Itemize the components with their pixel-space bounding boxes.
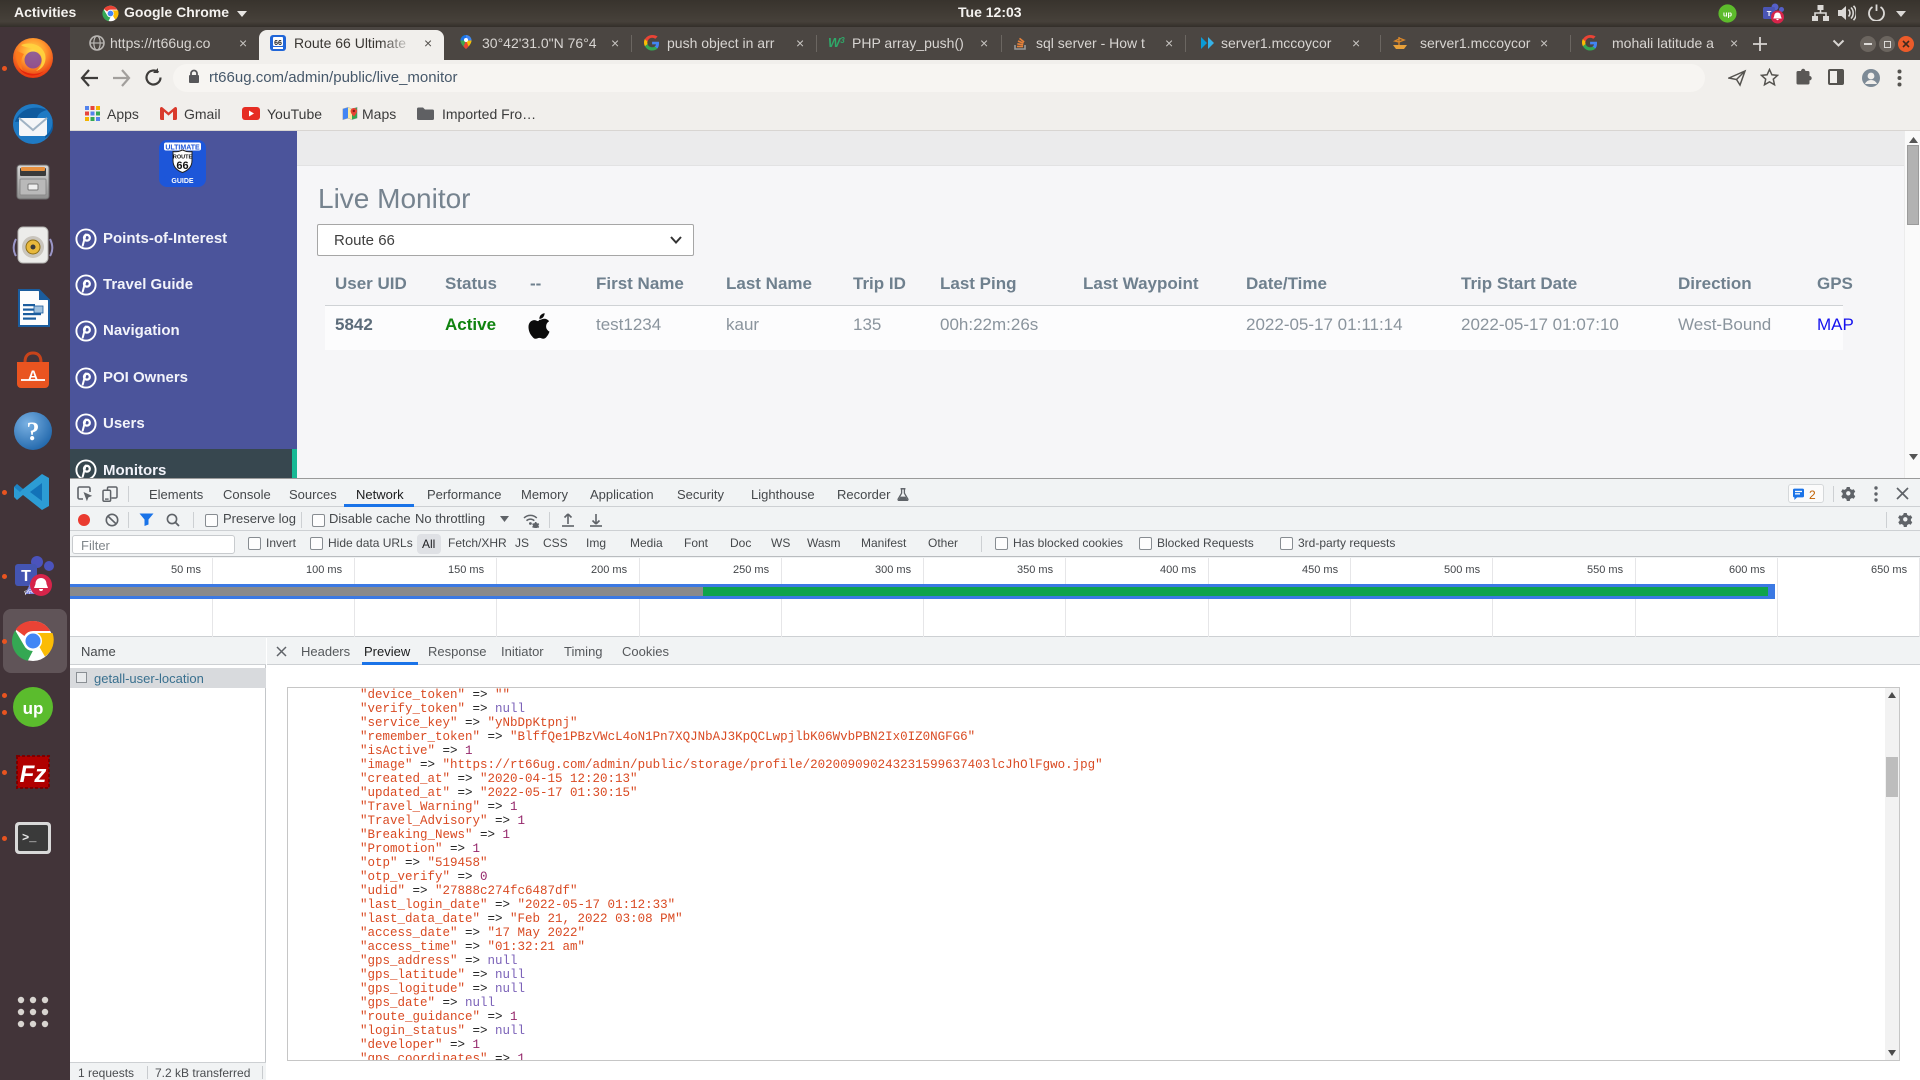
svg-text:up: up [23,699,44,718]
svg-text:T: T [21,568,31,585]
svg-text:>_: >_ [22,831,37,845]
svg-text:?: ? [27,417,40,446]
svg-text:GUIDE: GUIDE [171,178,194,185]
svg-text:66: 66 [176,160,188,172]
svg-text:Fz: Fz [20,761,47,788]
svg-text:T: T [1767,9,1772,18]
svg-text:up: up [1723,10,1732,19]
svg-text:66: 66 [274,40,282,47]
